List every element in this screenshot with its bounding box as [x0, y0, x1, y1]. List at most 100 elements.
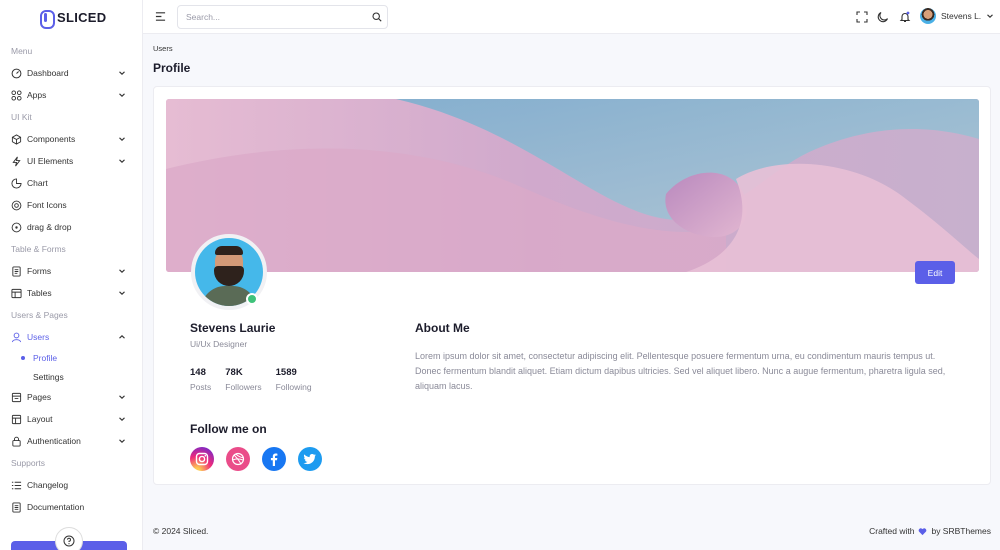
twitter-icon[interactable]: [298, 447, 322, 471]
sidebar-item-ui-elements[interactable]: UI Elements: [0, 150, 142, 172]
sidebar-item-chart[interactable]: Chart: [0, 172, 142, 194]
chevron-down-icon: [119, 439, 125, 443]
sidebar-item-dashboard[interactable]: Dashboard: [0, 62, 142, 84]
avatar: [920, 8, 936, 24]
sidebar-item-documentation[interactable]: Documentation: [0, 496, 142, 518]
profile-name: Stevens Laurie: [190, 321, 276, 335]
chart-icon: [11, 177, 22, 189]
apps-icon: [11, 89, 22, 101]
sidebar: SLICED Menu Dashboard Apps UI Kit Compon…: [0, 0, 143, 550]
bolt-icon: [11, 156, 22, 167]
cover-image: [166, 99, 979, 272]
sidebar-item-label: Layout: [27, 414, 53, 424]
instagram-icon[interactable]: [190, 447, 214, 471]
stat-value: 1589: [275, 367, 297, 378]
sidebar-item-label: Documentation: [27, 502, 85, 512]
target-icon: [11, 200, 22, 211]
sidebar-item-label: Tables: [27, 288, 52, 298]
bell-icon[interactable]: [899, 11, 911, 23]
sidebar-subitem-profile[interactable]: Profile: [0, 348, 142, 367]
breadcrumb[interactable]: Users: [153, 44, 173, 53]
social-links: [190, 447, 322, 471]
sidebar-section-title: Supports: [11, 458, 46, 468]
active-dot: [21, 355, 25, 360]
cube-icon: [11, 133, 22, 145]
footer-crafted-suffix[interactable]: by SRBThemes: [931, 526, 991, 536]
sidebar-section-title: Users & Pages: [11, 310, 68, 320]
help-button[interactable]: [55, 527, 83, 550]
heart-icon: [919, 527, 927, 535]
online-status-indicator: [246, 293, 258, 305]
sidebar-item-tables[interactable]: Tables: [0, 282, 142, 304]
sidebar-item-label: Changelog: [27, 480, 69, 490]
sidebar-subitem-label: Settings: [33, 371, 64, 382]
footer-copyright: © 2024 Sliced.: [153, 526, 209, 536]
sidebar-item-authentication[interactable]: Authentication: [0, 430, 142, 452]
stat-value: 78K: [225, 367, 243, 378]
profile-stats: 148 Posts 78K Followers 1589 Following: [190, 367, 326, 392]
dribbble-icon[interactable]: [226, 447, 250, 471]
sidebar-item-label: Font Icons: [27, 200, 67, 210]
list-icon: [11, 480, 22, 491]
stat-following: 1589 Following: [276, 367, 312, 392]
user-icon: [11, 332, 22, 343]
edit-button[interactable]: Edit: [915, 261, 955, 284]
pages-icon: [11, 392, 22, 403]
sidebar-item-label: Dashboard: [27, 68, 69, 78]
moon-icon[interactable]: [877, 11, 889, 23]
sidebar-section-title: Table & Forms: [11, 244, 66, 254]
sidebar-item-label: Users: [27, 332, 50, 342]
chevron-down-icon: [119, 269, 125, 273]
follow-title: Follow me on: [190, 422, 267, 436]
sidebar-item-drag-drop[interactable]: drag & drop: [0, 216, 142, 238]
chevron-down-icon: [119, 71, 125, 75]
about-title: About Me: [415, 321, 470, 335]
stat-label: Posts: [190, 382, 212, 392]
topbar: Stevens L.: [143, 0, 1000, 34]
chevron-down-icon: [119, 93, 125, 97]
fullscreen-icon[interactable]: [856, 11, 868, 23]
user-menu[interactable]: Stevens L.: [920, 8, 994, 24]
search-box: [177, 5, 388, 29]
sidebar-item-label: Authentication: [27, 436, 81, 446]
sidebar-item-components[interactable]: Components: [0, 128, 142, 150]
sidebar-item-label: Pages: [27, 392, 52, 402]
lock-icon: [11, 436, 22, 447]
doc-icon: [11, 501, 22, 513]
sidebar-menu: Menu Dashboard Apps UI Kit Components UI…: [0, 34, 142, 518]
chevron-down-icon: [987, 14, 994, 18]
sidebar-subitem-label: Profile: [33, 352, 58, 363]
sidebar-item-font-icons[interactable]: Font Icons: [0, 194, 142, 216]
layout-icon: [11, 414, 22, 425]
brand[interactable]: SLICED: [0, 0, 142, 34]
drag-icon: [11, 222, 22, 233]
sidebar-item-users[interactable]: Users: [0, 326, 142, 348]
stat-followers: 78K Followers: [225, 367, 261, 392]
sidebar-item-forms[interactable]: Forms: [0, 260, 142, 282]
sidebar-item-layout[interactable]: Layout: [0, 408, 142, 430]
profile-card: Edit Stevens Laurie Ui/Ux Designer 148 P…: [153, 86, 991, 485]
sidebar-item-changelog[interactable]: Changelog: [0, 474, 142, 496]
form-icon: [11, 265, 22, 277]
sidebar-item-label: drag & drop: [27, 222, 72, 232]
brand-name: SLICED: [57, 9, 107, 25]
sidebar-subitem-settings[interactable]: Settings: [0, 367, 142, 386]
footer-crafted-prefix: Crafted with: [869, 526, 915, 536]
sidebar-section-title: UI Kit: [11, 112, 32, 122]
sidebar-item-label: UI Elements: [27, 156, 74, 166]
search-icon[interactable]: [372, 12, 382, 22]
facebook-icon[interactable]: [262, 447, 286, 471]
chevron-down-icon: [119, 137, 125, 141]
chevron-down-icon: [119, 159, 125, 163]
question-icon: [63, 535, 75, 547]
sidebar-item-apps[interactable]: Apps: [0, 84, 142, 106]
user-name: Stevens L.: [941, 11, 982, 21]
page-title: Profile: [153, 61, 191, 75]
search-input[interactable]: [178, 6, 358, 28]
table-icon: [11, 288, 22, 299]
menu-toggle-icon[interactable]: [155, 11, 166, 22]
chevron-up-icon: [119, 335, 125, 339]
stat-value: 148: [190, 367, 206, 378]
sidebar-item-pages[interactable]: Pages: [0, 386, 142, 408]
footer-credit: Crafted with by SRBThemes: [869, 526, 991, 536]
